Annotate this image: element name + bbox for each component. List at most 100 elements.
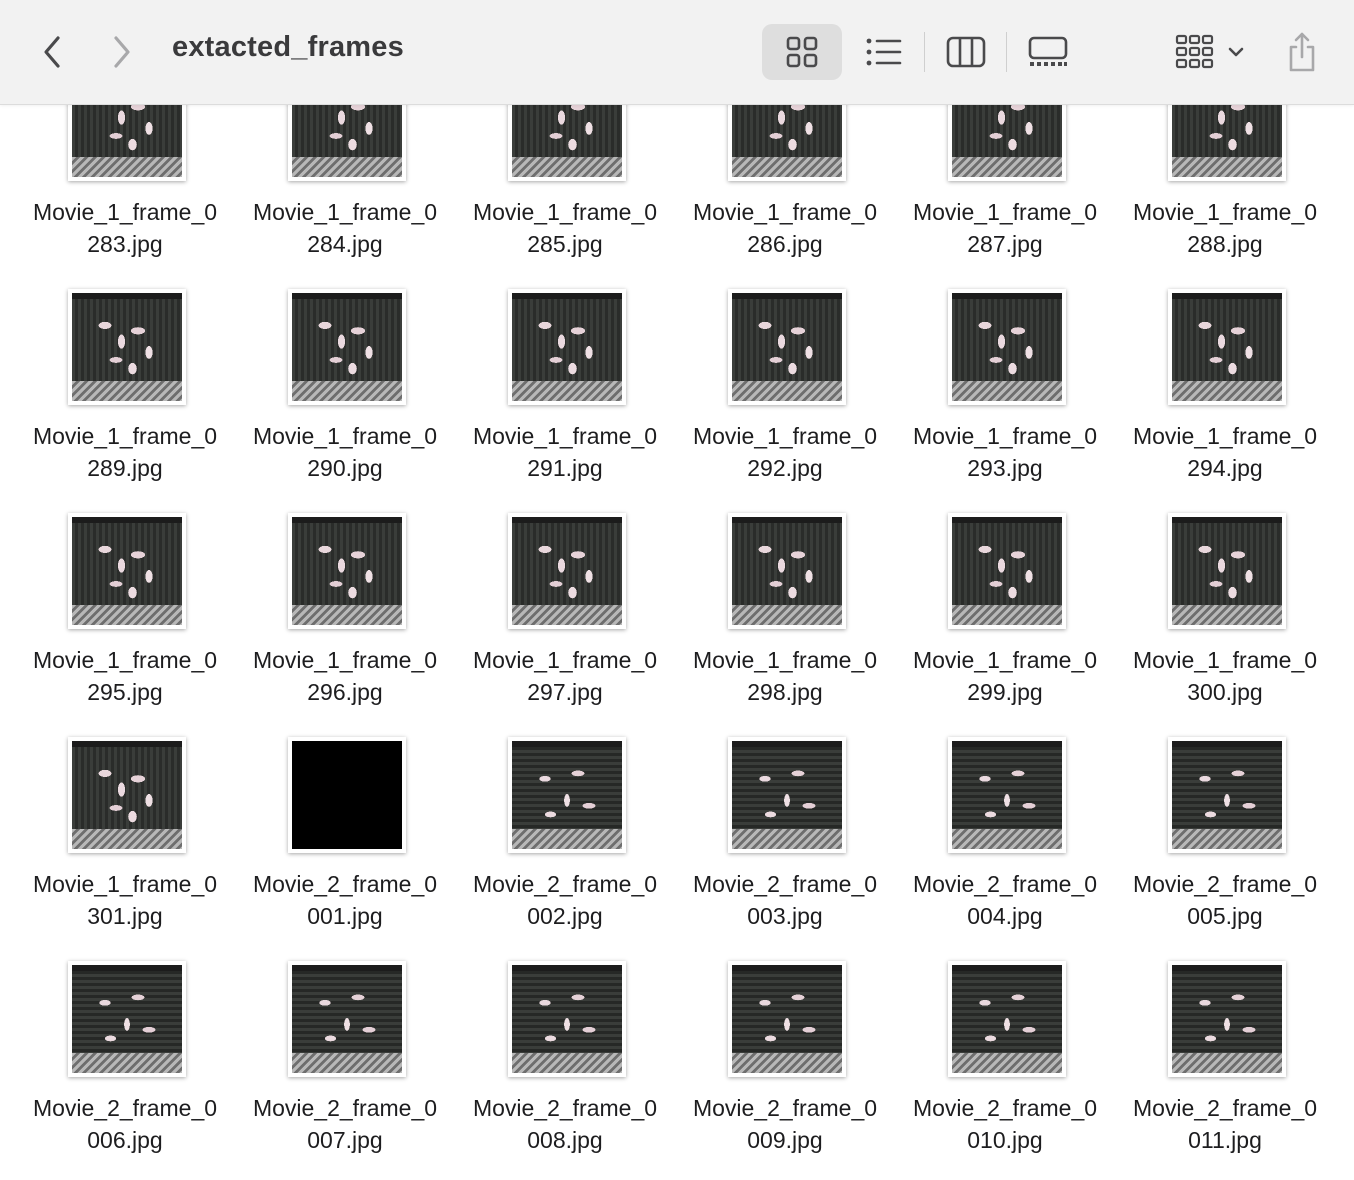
file-name[interactable]: Movie_1_frame_0 292.jpg [675, 420, 895, 484]
share-icon [1289, 32, 1315, 72]
file-thumbnail[interactable] [508, 289, 626, 405]
file-item[interactable]: Movie_1_frame_0 293.jpg [895, 284, 1115, 508]
file-name[interactable]: Movie_1_frame_0 295.jpg [15, 644, 235, 708]
file-item[interactable]: Movie_2_frame_0 002.jpg [455, 732, 675, 956]
file-thumbnail[interactable] [68, 289, 186, 405]
list-view-button[interactable] [846, 24, 922, 80]
file-item[interactable]: Movie_2_frame_0 003.jpg [675, 732, 895, 956]
file-thumbnail[interactable] [288, 513, 406, 629]
file-name[interactable]: Movie_2_frame_0 002.jpg [455, 868, 675, 932]
file-thumbnail[interactable] [508, 961, 626, 1077]
share-button[interactable] [1280, 26, 1324, 78]
file-name[interactable]: Movie_2_frame_0 004.jpg [895, 868, 1115, 932]
file-thumbnail[interactable] [948, 289, 1066, 405]
file-name[interactable]: Movie_1_frame_0 286.jpg [675, 196, 895, 260]
file-item[interactable]: Movie_1_frame_0 291.jpg [455, 284, 675, 508]
file-item[interactable]: Movie_1_frame_0 289.jpg [15, 284, 235, 508]
file-thumbnail[interactable] [948, 513, 1066, 629]
thumbnail-image [1172, 741, 1282, 849]
file-item[interactable]: Movie_1_frame_0 296.jpg [235, 508, 455, 732]
file-name[interactable]: Movie_2_frame_0 003.jpg [675, 868, 895, 932]
file-name[interactable]: Movie_1_frame_0 284.jpg [235, 196, 455, 260]
file-item[interactable]: Movie_1_frame_0 295.jpg [15, 508, 235, 732]
file-name-line1: Movie_2_frame_0 [472, 1095, 658, 1121]
file-name[interactable]: Movie_1_frame_0 296.jpg [235, 644, 455, 708]
file-thumbnail[interactable] [1168, 737, 1286, 853]
thumbnail-image [512, 293, 622, 401]
file-name[interactable]: Movie_1_frame_0 287.jpg [895, 196, 1115, 260]
file-name[interactable]: Movie_1_frame_0 297.jpg [455, 644, 675, 708]
file-thumbnail[interactable] [1168, 961, 1286, 1077]
file-item[interactable]: Movie_2_frame_0 005.jpg [1115, 732, 1335, 956]
thumbnail-image [512, 965, 622, 1073]
file-item[interactable]: Movie_1_frame_0 294.jpg [1115, 284, 1335, 508]
file-name[interactable]: Movie_1_frame_0 298.jpg [675, 644, 895, 708]
file-thumbnail[interactable] [1168, 289, 1286, 405]
file-name[interactable]: Movie_1_frame_0 293.jpg [895, 420, 1115, 484]
file-name[interactable]: Movie_2_frame_0 001.jpg [235, 868, 455, 932]
file-name[interactable]: Movie_2_frame_0 011.jpg [1115, 1092, 1335, 1156]
file-item[interactable]: Movie_1_frame_0 300.jpg [1115, 508, 1335, 732]
file-name-line2: 295.jpg [87, 679, 163, 705]
file-thumbnail[interactable] [728, 513, 846, 629]
file-name[interactable]: Movie_2_frame_0 010.jpg [895, 1092, 1115, 1156]
file-thumbnail[interactable] [68, 513, 186, 629]
file-thumbnail[interactable] [508, 737, 626, 853]
file-name[interactable]: Movie_2_frame_0 008.jpg [455, 1092, 675, 1156]
list-view-icon [866, 38, 902, 66]
file-name-line1: Movie_1_frame_0 [912, 423, 1098, 449]
file-thumbnail[interactable] [948, 737, 1066, 853]
file-item[interactable]: Movie_2_frame_0 004.jpg [895, 732, 1115, 956]
file-name[interactable]: Movie_1_frame_0 301.jpg [15, 868, 235, 932]
file-name[interactable]: Movie_1_frame_0 294.jpg [1115, 420, 1335, 484]
file-name[interactable]: Movie_1_frame_0 290.jpg [235, 420, 455, 484]
file-name[interactable]: Movie_1_frame_0 300.jpg [1115, 644, 1335, 708]
file-name-line2: 002.jpg [527, 903, 603, 929]
gallery-view-button[interactable] [1008, 24, 1088, 80]
file-thumbnail[interactable] [1168, 513, 1286, 629]
file-item[interactable]: Movie_1_frame_0 297.jpg [455, 508, 675, 732]
file-name[interactable]: Movie_1_frame_0 283.jpg [15, 196, 235, 260]
file-thumbnail[interactable] [728, 737, 846, 853]
column-view-button[interactable] [928, 24, 1004, 80]
file-thumbnail[interactable] [288, 961, 406, 1077]
file-item[interactable]: Movie_1_frame_0 298.jpg [675, 508, 895, 732]
file-name[interactable]: Movie_1_frame_0 288.jpg [1115, 196, 1335, 260]
file-name-line2: 011.jpg [1188, 1127, 1262, 1153]
file-thumbnail[interactable] [948, 961, 1066, 1077]
file-item[interactable]: Movie_1_frame_0 299.jpg [895, 508, 1115, 732]
file-name[interactable]: Movie_1_frame_0 289.jpg [15, 420, 235, 484]
file-name[interactable]: Movie_1_frame_0 291.jpg [455, 420, 675, 484]
file-item[interactable]: Movie_2_frame_0 006.jpg [15, 956, 235, 1180]
file-item[interactable]: Movie_1_frame_0 292.jpg [675, 284, 895, 508]
icon-view-button[interactable] [762, 24, 842, 80]
file-item[interactable]: Movie_2_frame_0 011.jpg [1115, 956, 1335, 1180]
file-thumbnail[interactable] [728, 961, 846, 1077]
file-name-line2: 290.jpg [307, 455, 383, 481]
file-thumbnail[interactable] [288, 737, 406, 853]
file-name[interactable]: Movie_2_frame_0 005.jpg [1115, 868, 1335, 932]
back-button[interactable] [30, 30, 74, 74]
file-item[interactable]: Movie_2_frame_0 008.jpg [455, 956, 675, 1180]
file-item[interactable]: Movie_2_frame_0 010.jpg [895, 956, 1115, 1180]
thumbnail-image [1172, 517, 1282, 625]
group-by-button[interactable] [1160, 24, 1260, 80]
file-name[interactable]: Movie_1_frame_0 285.jpg [455, 196, 675, 260]
file-name-line1: Movie_2_frame_0 [692, 1095, 878, 1121]
file-item[interactable]: Movie_2_frame_0 001.jpg [235, 732, 455, 956]
file-item[interactable]: Movie_1_frame_0 290.jpg [235, 284, 455, 508]
file-item[interactable]: Movie_2_frame_0 007.jpg [235, 956, 455, 1180]
file-item[interactable]: Movie_1_frame_0 301.jpg [15, 732, 235, 956]
file-thumbnail[interactable] [288, 289, 406, 405]
forward-button[interactable] [100, 30, 144, 74]
file-item[interactable]: Movie_2_frame_0 009.jpg [675, 956, 895, 1180]
file-thumbnail[interactable] [68, 737, 186, 853]
file-thumbnail[interactable] [728, 289, 846, 405]
file-thumbnail[interactable] [508, 513, 626, 629]
file-name[interactable]: Movie_1_frame_0 299.jpg [895, 644, 1115, 708]
file-thumbnail[interactable] [68, 961, 186, 1077]
file-name[interactable]: Movie_2_frame_0 007.jpg [235, 1092, 455, 1156]
thumbnail-image [1172, 965, 1282, 1073]
file-name[interactable]: Movie_2_frame_0 006.jpg [15, 1092, 235, 1156]
file-name[interactable]: Movie_2_frame_0 009.jpg [675, 1092, 895, 1156]
